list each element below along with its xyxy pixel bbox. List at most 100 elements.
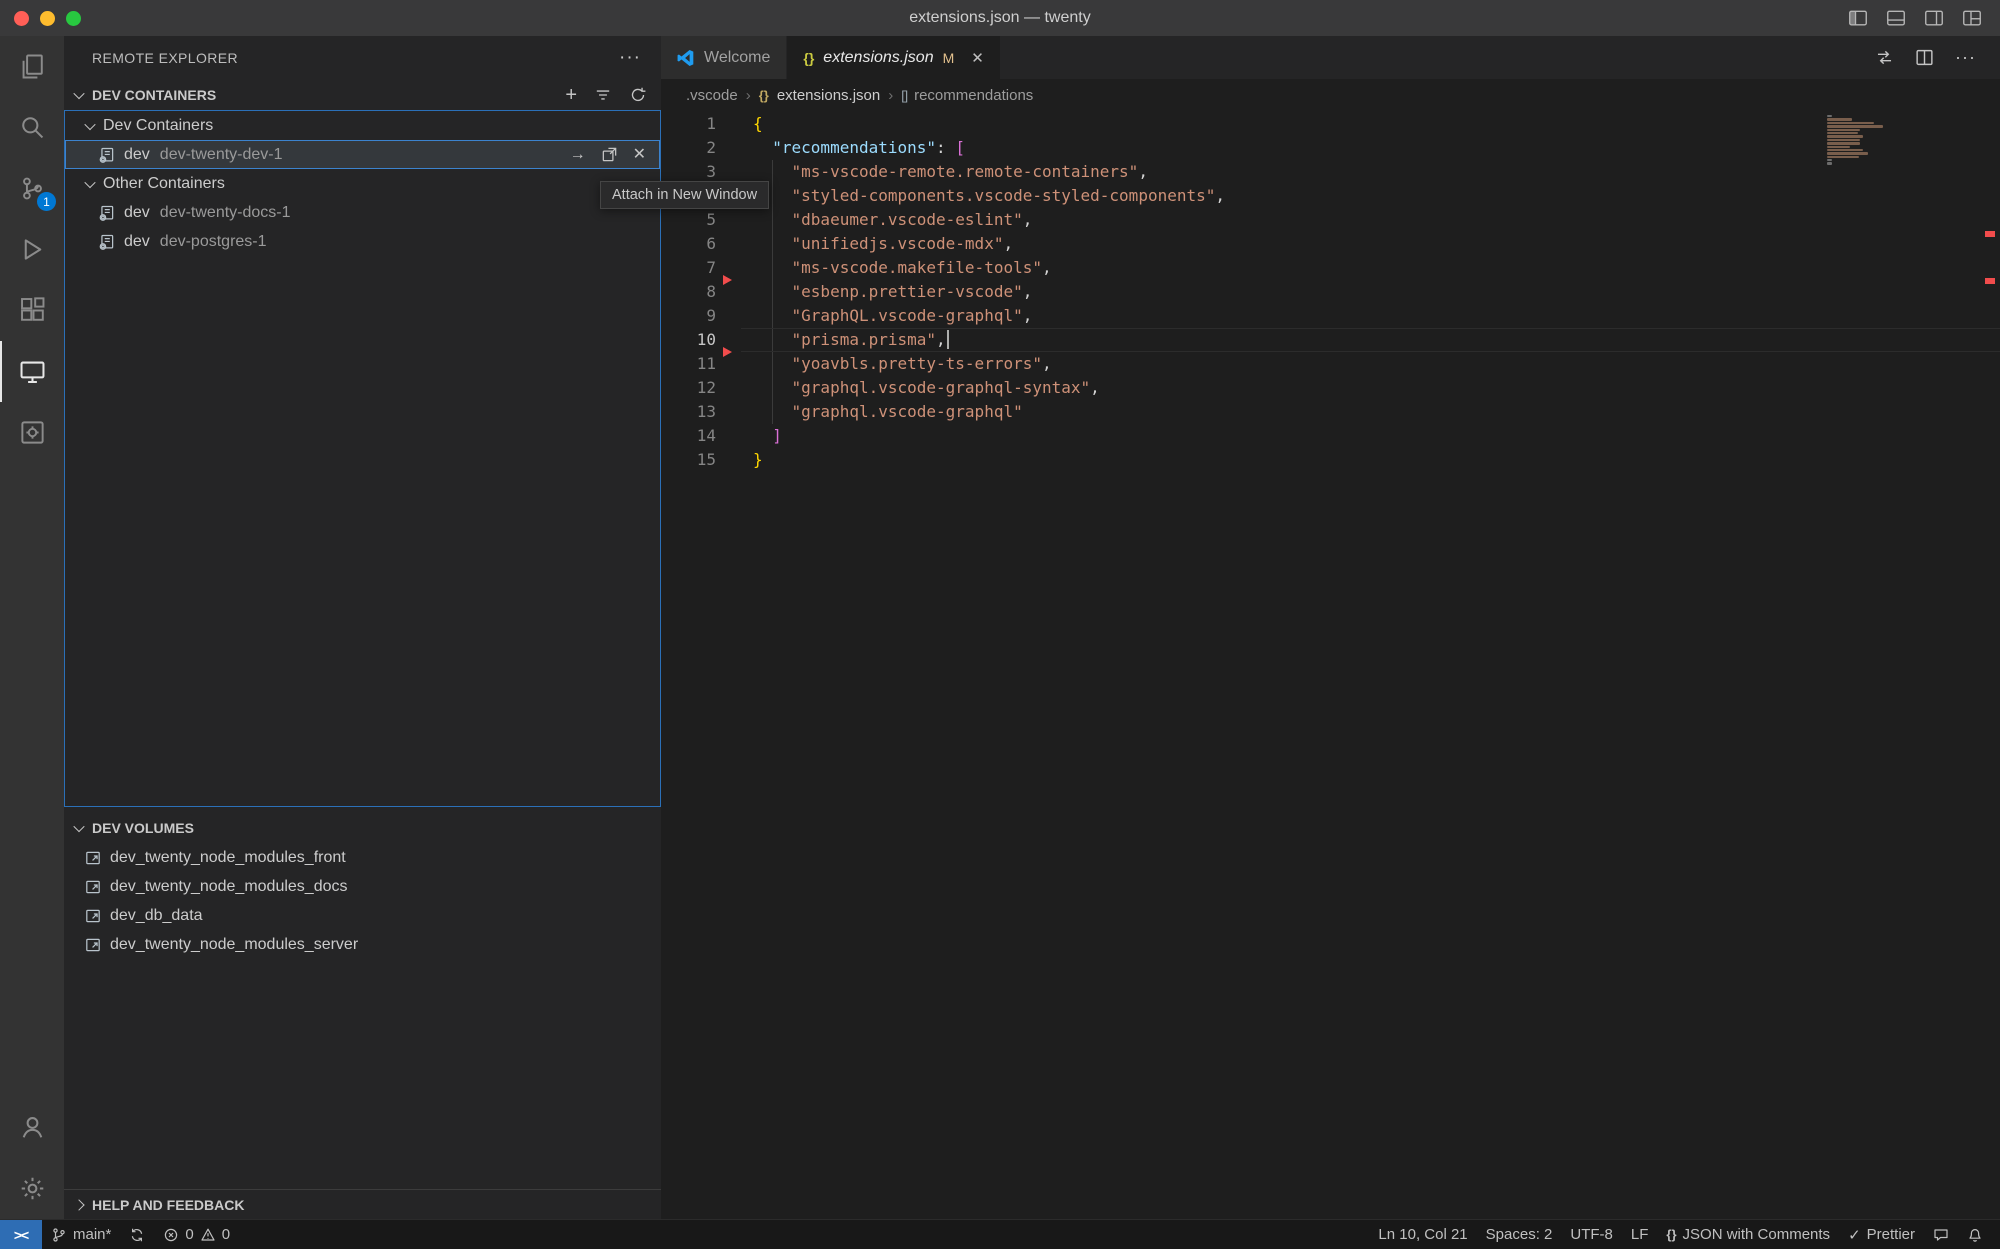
code-line-12[interactable]: 12 "graphql.vscode-graphql-syntax",: [661, 376, 2000, 400]
code-line-10[interactable]: 10 "prisma.prisma",: [661, 328, 2000, 352]
problems-item[interactable]: 0 0: [154, 1220, 239, 1249]
eol-item[interactable]: LF: [1622, 1220, 1658, 1249]
gutter-marker-icon: [723, 347, 732, 357]
more-actions-icon[interactable]: ···: [619, 47, 641, 69]
line-content: "prisma.prisma",: [753, 328, 949, 352]
code-line-11[interactable]: 11 "yoavbls.pretty-ts-errors",: [661, 352, 2000, 376]
line-number: 2: [661, 136, 716, 160]
git-branch-item[interactable]: main*: [42, 1220, 120, 1249]
breadcrumb-file[interactable]: extensions.json: [777, 87, 880, 104]
code-line-3[interactable]: 3 "ms-vscode-remote.remote-containers",: [661, 160, 2000, 184]
activity-explorer[interactable]: [0, 36, 64, 97]
volume-item[interactable]: dev_twenty_node_modules_front: [64, 843, 661, 872]
line-number: 9: [661, 304, 716, 328]
minimize-window-button[interactable]: [40, 11, 55, 26]
code-line-13[interactable]: 13 "graphql.vscode-graphql": [661, 400, 2000, 424]
code-line-15[interactable]: 15}: [661, 448, 2000, 472]
tree-item-dev-twenty-dev-1[interactable]: dev dev-twenty-dev-1 → ✕: [65, 140, 660, 169]
section-header-help-feedback[interactable]: HELP AND FEEDBACK: [64, 1189, 661, 1219]
symbol-array-icon: [ ]: [901, 88, 906, 103]
activity-run-debug[interactable]: [0, 219, 64, 280]
container-icon: [98, 233, 116, 251]
breadcrumb-symbol[interactable]: recommendations: [914, 87, 1033, 104]
line-number: 7: [661, 256, 716, 280]
line-content: "styled-components.vscode-styled-compone…: [753, 184, 1225, 208]
indentation-item[interactable]: Spaces: 2: [1477, 1220, 1562, 1249]
line-content: "graphql.vscode-graphql": [753, 400, 1023, 424]
run-debug-icon: [19, 236, 46, 263]
minimap-line: [1827, 162, 1832, 164]
scm-badge: 1: [37, 192, 56, 211]
sync-changes-item[interactable]: [120, 1220, 154, 1249]
tab-extensions-json[interactable]: {} extensions.json M ✕: [787, 36, 1000, 79]
minimap-line: [1827, 122, 1874, 124]
dev-containers-tree: Dev Containers dev dev-twenty-dev-1 → ✕ …: [64, 110, 661, 807]
refresh-icon[interactable]: [629, 86, 647, 104]
tab-bar: Welcome {} extensions.json M ✕ ···: [661, 36, 2000, 79]
toggle-panel-icon[interactable]: [1886, 8, 1906, 28]
code-line-1[interactable]: 1{: [661, 112, 2000, 136]
close-tab-icon[interactable]: ✕: [971, 49, 984, 67]
activity-bar-spacer: [0, 463, 64, 1097]
section-header-dev-volumes[interactable]: DEV VOLUMES: [64, 813, 661, 843]
code-line-14[interactable]: 14 ]: [661, 424, 2000, 448]
filter-icon[interactable]: [594, 86, 612, 104]
add-container-icon[interactable]: +: [565, 85, 577, 105]
search-icon: [19, 114, 46, 141]
bell-icon: [1967, 1227, 1983, 1243]
code-lines: 1{2 "recommendations": [3 "ms-vscode-rem…: [661, 112, 2000, 472]
tab-welcome[interactable]: Welcome: [661, 36, 787, 79]
volume-icon: [84, 849, 102, 867]
feedback-item[interactable]: [1924, 1220, 1958, 1249]
activity-dev-containers[interactable]: [0, 402, 64, 463]
activity-search[interactable]: [0, 97, 64, 158]
code-line-4[interactable]: 4 "styled-components.vscode-styled-compo…: [661, 184, 2000, 208]
volume-item[interactable]: dev_db_data: [64, 901, 661, 930]
tree-group-dev-containers[interactable]: Dev Containers: [65, 111, 660, 140]
tree-item-dev-twenty-docs-1[interactable]: dev dev-twenty-docs-1: [65, 198, 660, 227]
check-icon: ✓: [1848, 1226, 1861, 1244]
more-actions-icon[interactable]: ···: [1955, 47, 1976, 68]
tree-item-dev-postgres-1[interactable]: dev dev-postgres-1: [65, 227, 660, 256]
activity-remote-explorer[interactable]: [0, 341, 64, 402]
customize-layout-icon[interactable]: [1962, 8, 1982, 28]
volume-item[interactable]: dev_twenty_node_modules_docs: [64, 872, 661, 901]
notifications-item[interactable]: [1958, 1220, 1992, 1249]
code-line-8[interactable]: 8 "esbenp.prettier-vscode",: [661, 280, 2000, 304]
code-line-6[interactable]: 6 "unifiedjs.vscode-mdx",: [661, 232, 2000, 256]
toggle-primary-sidebar-icon[interactable]: [1848, 8, 1868, 28]
zoom-window-button[interactable]: [66, 11, 81, 26]
section-actions: +: [565, 85, 647, 105]
tree-group-other-containers[interactable]: Other Containers: [65, 169, 660, 198]
attach-new-window-icon[interactable]: [601, 146, 618, 163]
code-line-5[interactable]: 5 "dbaeumer.vscode-eslint",: [661, 208, 2000, 232]
activity-extensions[interactable]: [0, 280, 64, 341]
cursor-position-item[interactable]: Ln 10, Col 21: [1369, 1220, 1476, 1249]
toggle-secondary-sidebar-icon[interactable]: [1924, 8, 1944, 28]
breadcrumb-folder[interactable]: .vscode: [686, 87, 738, 104]
traffic-lights: [0, 11, 120, 26]
code-line-9[interactable]: 9 "GraphQL.vscode-graphql",: [661, 304, 2000, 328]
line-content: "yoavbls.pretty-ts-errors",: [753, 352, 1052, 376]
open-changes-icon[interactable]: [1875, 48, 1894, 67]
code-line-7[interactable]: 7 "ms-vscode.makefile-tools",: [661, 256, 2000, 280]
activity-source-control[interactable]: 1: [0, 158, 64, 219]
close-window-button[interactable]: [14, 11, 29, 26]
code-editor[interactable]: 1{2 "recommendations": [3 "ms-vscode-rem…: [661, 112, 2000, 1219]
formatter-item[interactable]: ✓ Prettier: [1839, 1220, 1924, 1249]
chevron-down-icon: [84, 118, 95, 129]
activity-accounts[interactable]: [0, 1097, 64, 1158]
language-mode-item[interactable]: {} JSON with Comments: [1657, 1220, 1839, 1249]
section-header-dev-containers[interactable]: DEV CONTAINERS +: [64, 80, 661, 110]
activity-settings[interactable]: [0, 1158, 64, 1219]
remove-container-icon[interactable]: ✕: [633, 147, 646, 163]
code-line-2[interactable]: 2 "recommendations": [: [661, 136, 2000, 160]
remote-indicator[interactable]: ><: [0, 1220, 42, 1249]
line-content: "dbaeumer.vscode-eslint",: [753, 208, 1032, 232]
line-number: 12: [661, 376, 716, 400]
attach-container-icon[interactable]: →: [570, 147, 586, 163]
volume-item[interactable]: dev_twenty_node_modules_server: [64, 930, 661, 959]
encoding-item[interactable]: UTF-8: [1561, 1220, 1622, 1249]
minimap[interactable]: [1827, 115, 1897, 166]
split-editor-icon[interactable]: [1915, 48, 1934, 67]
